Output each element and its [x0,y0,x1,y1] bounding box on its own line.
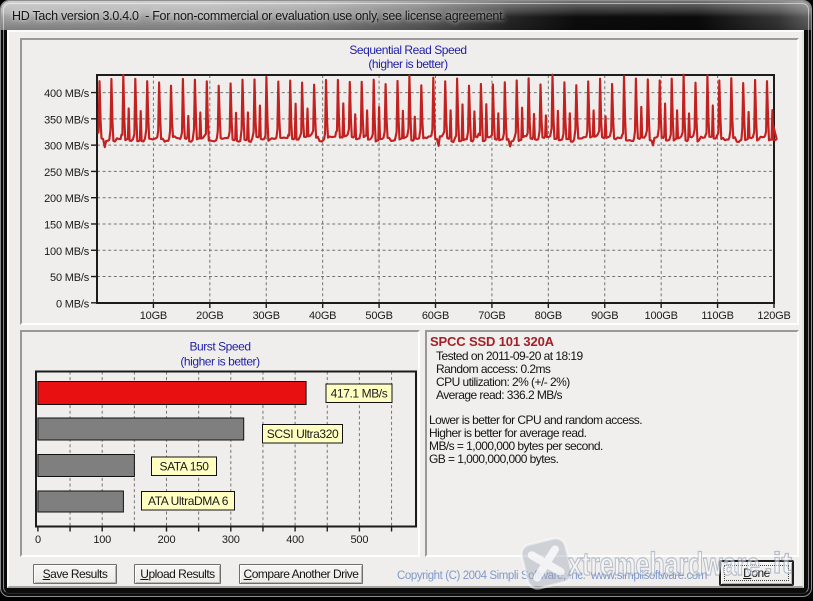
svg-text:300: 300 [222,534,240,546]
svg-text:10GB: 10GB [140,310,167,322]
svg-text:300 MB/s: 300 MB/s [44,141,90,153]
svg-text:250 MB/s: 250 MB/s [44,167,90,179]
svg-text:100 MB/s: 100 MB/s [44,246,90,258]
svg-text:100: 100 [93,534,111,546]
svg-text:60GB: 60GB [422,310,449,322]
svg-text:50GB: 50GB [365,310,392,322]
svg-text:ATA UltraDMA 6: ATA UltraDMA 6 [148,494,229,508]
svg-text:50 MB/s: 50 MB/s [50,272,90,284]
svg-text:150 MB/s: 150 MB/s [44,219,90,231]
svg-text:SCSI Ultra320: SCSI Ultra320 [267,427,339,441]
svg-text:417.1 MB/s: 417.1 MB/s [331,387,388,401]
svg-text:80GB: 80GB [535,310,562,322]
svg-text:200 MB/s: 200 MB/s [44,193,90,205]
svg-text:.it: .it [764,547,792,580]
svg-text:350 MB/s: 350 MB/s [44,114,90,126]
svg-text:30GB: 30GB [253,310,280,322]
svg-text:0: 0 [35,534,41,546]
svg-text:(higher is better): (higher is better) [180,355,260,369]
svg-text:110GB: 110GB [701,310,733,322]
svg-text:100GB: 100GB [645,310,678,322]
svg-text:500: 500 [351,534,369,546]
svg-text:Burst Speed: Burst Speed [189,340,250,354]
svg-text:200: 200 [158,534,176,546]
svg-text:90GB: 90GB [591,310,618,322]
svg-text:(higher is better): (higher is better) [368,57,448,71]
svg-text:120GB: 120GB [757,310,790,322]
svg-text:40GB: 40GB [309,310,336,322]
svg-text:SATA 150: SATA 150 [159,460,209,474]
svg-text:Sequential Read Speed: Sequential Read Speed [349,43,466,57]
svg-text:400 MB/s: 400 MB/s [44,88,90,100]
svg-text:xtremehardware: xtremehardware [568,546,760,582]
svg-text:400: 400 [286,534,304,546]
svg-text:70GB: 70GB [478,310,505,322]
svg-text:0 MB/s: 0 MB/s [56,298,90,310]
svg-text:20GB: 20GB [196,310,223,322]
